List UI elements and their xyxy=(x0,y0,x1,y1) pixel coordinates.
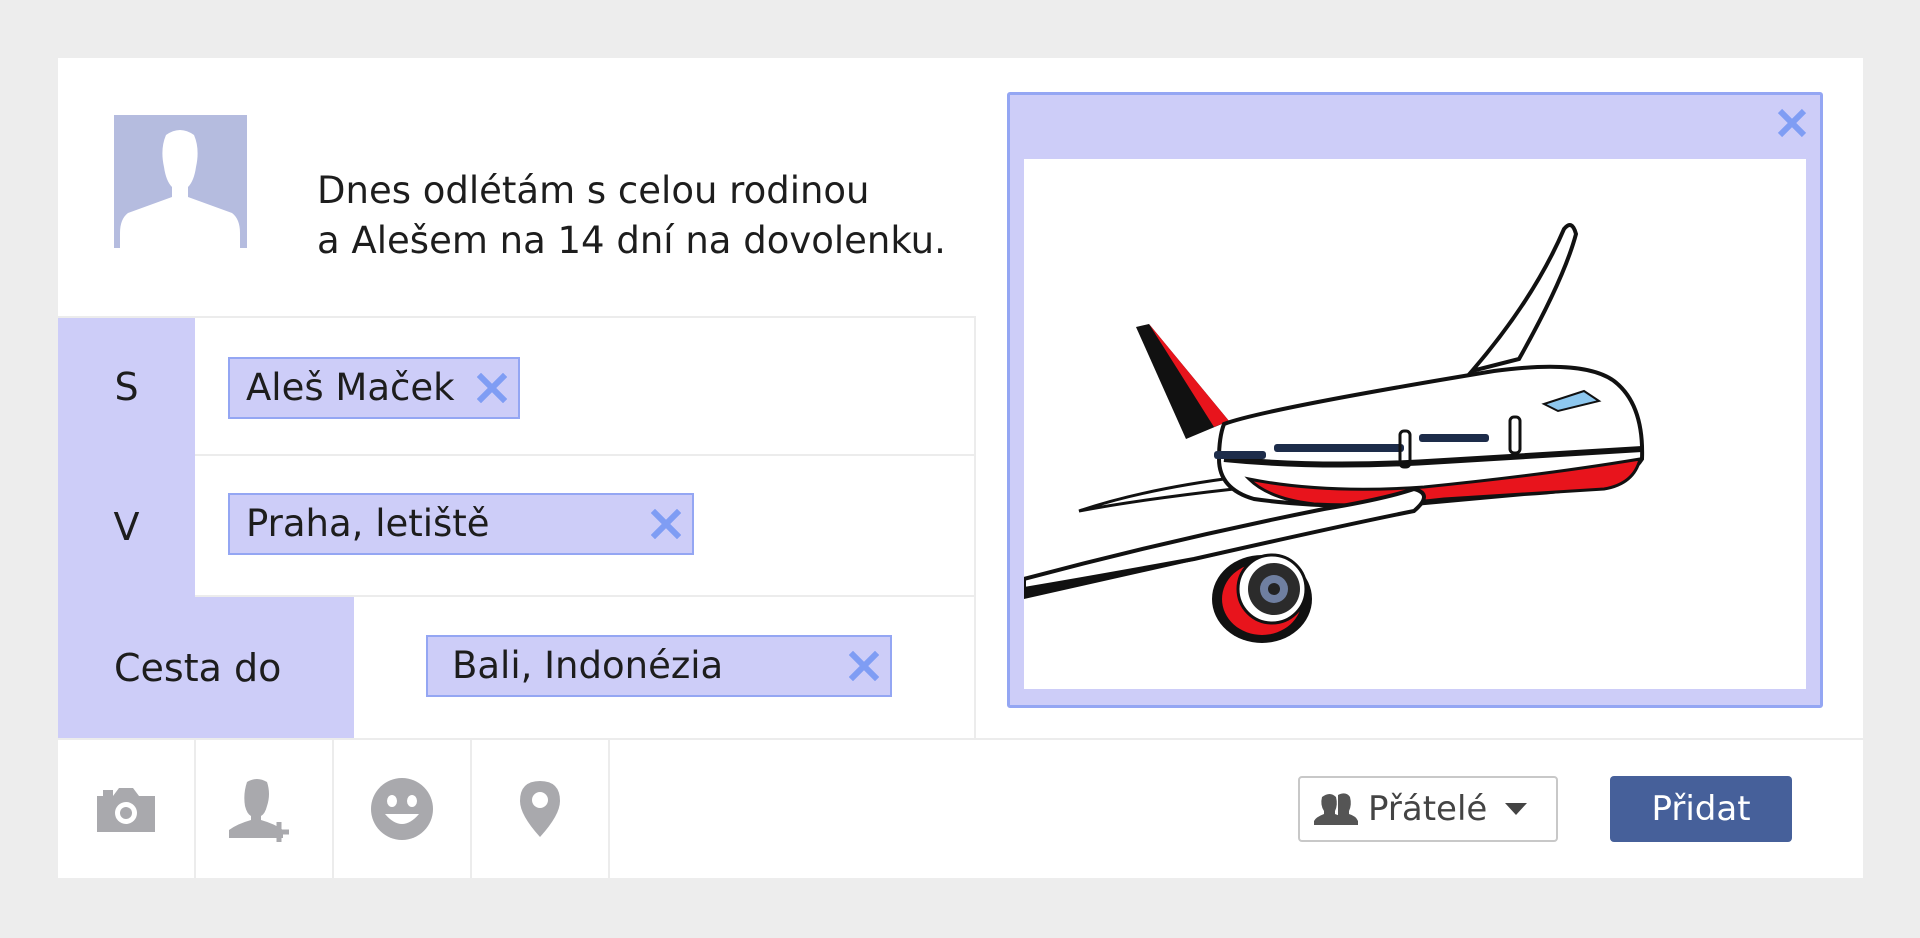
post-button[interactable]: Přidat xyxy=(1610,776,1792,842)
remove-tag-icon[interactable] xyxy=(474,359,510,417)
tag-chip-at: Praha, letiště xyxy=(228,493,694,555)
tag-rows: S Aleš Maček V Praha, letiště Cesta do B… xyxy=(58,316,976,738)
airplane-image xyxy=(1024,159,1806,689)
profile-silhouette-icon xyxy=(120,130,240,248)
tag-row-with: S Aleš Maček xyxy=(58,316,976,456)
tag-label-travel-to: Cesta do xyxy=(58,597,354,738)
tag-label-with: S xyxy=(58,318,195,456)
tag-friend-icon xyxy=(229,779,289,842)
tag-row-at: V Praha, letiště xyxy=(58,456,976,597)
tag-chip-travel-to-text: Bali, Indonézia xyxy=(452,644,724,687)
friends-icon xyxy=(1314,793,1358,825)
camera-icon xyxy=(97,788,155,832)
tag-chip-with-text: Aleš Maček xyxy=(246,366,455,409)
status-line-2: a Alešem na 14 dní na dovolenku. xyxy=(317,219,946,262)
audience-selector[interactable]: Přátelé xyxy=(1298,776,1558,842)
airplane-icon xyxy=(1024,223,1645,643)
tag-label-at: V xyxy=(58,456,195,597)
tag-chip-with: Aleš Maček xyxy=(228,357,520,419)
avatar xyxy=(114,115,247,248)
close-icon[interactable] xyxy=(1770,101,1814,145)
tag-friends-button[interactable] xyxy=(196,740,334,878)
tag-chip-at-text: Praha, letiště xyxy=(246,502,490,545)
feeling-button[interactable] xyxy=(334,740,472,878)
tag-row-travel-to: Cesta do Bali, Indonézia xyxy=(58,597,976,738)
tag-chip-travel-to: Bali, Indonézia xyxy=(426,635,892,697)
status-line-1: Dnes odlétám s celou rodinou xyxy=(317,169,870,212)
smiley-icon xyxy=(371,778,433,840)
check-in-button[interactable] xyxy=(472,740,610,878)
remove-tag-icon[interactable] xyxy=(648,495,684,553)
audience-label: Přátelé xyxy=(1368,789,1488,829)
location-pin-icon xyxy=(520,781,560,837)
photo-preview xyxy=(1007,92,1823,708)
add-photo-button[interactable] xyxy=(58,740,196,878)
composer-toolbar: Přátelé Přidat xyxy=(58,738,1863,878)
remove-tag-icon[interactable] xyxy=(846,637,882,695)
chevron-down-icon xyxy=(1505,803,1528,815)
post-composer: Dnes odlétám s celou rodinou a Alešem na… xyxy=(58,58,1863,878)
status-text[interactable]: Dnes odlétám s celou rodinou a Alešem na… xyxy=(317,166,946,266)
